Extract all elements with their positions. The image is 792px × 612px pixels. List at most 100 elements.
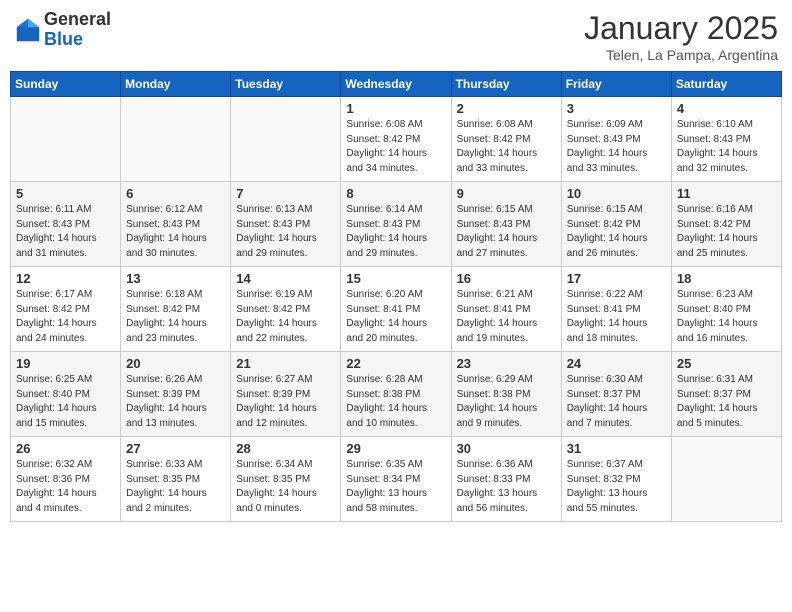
day-number: 5 xyxy=(16,186,115,201)
calendar-day-cell: 27 Sunrise: 6:33 AM Sunset: 8:35 PM Dayli… xyxy=(121,437,231,522)
day-info: Sunrise: 6:08 AM Sunset: 8:42 PM Dayligh… xyxy=(457,118,556,176)
day-info: Sunrise: 6:32 AM Sunset: 8:36 PM Dayligh… xyxy=(16,458,115,516)
location: Telen, La Pampa, Argentina xyxy=(584,47,778,63)
calendar-day-cell: 4 Sunrise: 6:10 AM Sunset: 8:43 PM Daylig… xyxy=(671,97,781,182)
day-number: 25 xyxy=(677,356,776,371)
day-info: Sunrise: 6:22 AM Sunset: 8:41 PM Dayligh… xyxy=(567,288,666,346)
day-info: Sunrise: 6:25 AM Sunset: 8:40 PM Dayligh… xyxy=(16,373,115,431)
day-info: Sunrise: 6:15 AM Sunset: 8:42 PM Dayligh… xyxy=(567,203,666,261)
calendar-day-cell: 31 Sunrise: 6:37 AM Sunset: 8:32 PM Dayli… xyxy=(561,437,671,522)
calendar-day-cell: 2 Sunrise: 6:08 AM Sunset: 8:42 PM Daylig… xyxy=(451,97,561,182)
day-number: 10 xyxy=(567,186,666,201)
day-info: Sunrise: 6:28 AM Sunset: 8:38 PM Dayligh… xyxy=(346,373,445,431)
day-info: Sunrise: 6:15 AM Sunset: 8:43 PM Dayligh… xyxy=(457,203,556,261)
day-number: 24 xyxy=(567,356,666,371)
day-info: Sunrise: 6:14 AM Sunset: 8:43 PM Dayligh… xyxy=(346,203,445,261)
logo: General Blue xyxy=(14,10,111,50)
calendar-day-cell xyxy=(671,437,781,522)
calendar-day-cell: 13 Sunrise: 6:18 AM Sunset: 8:42 PM Dayli… xyxy=(121,267,231,352)
day-of-week-header: Tuesday xyxy=(231,72,341,97)
logo-blue-text: Blue xyxy=(44,29,83,49)
day-info: Sunrise: 6:16 AM Sunset: 8:42 PM Dayligh… xyxy=(677,203,776,261)
day-info: Sunrise: 6:36 AM Sunset: 8:33 PM Dayligh… xyxy=(457,458,556,516)
day-number: 11 xyxy=(677,186,776,201)
day-info: Sunrise: 6:12 AM Sunset: 8:43 PM Dayligh… xyxy=(126,203,225,261)
day-info: Sunrise: 6:11 AM Sunset: 8:43 PM Dayligh… xyxy=(16,203,115,261)
calendar-week-row: 19 Sunrise: 6:25 AM Sunset: 8:40 PM Dayli… xyxy=(11,352,782,437)
day-number: 30 xyxy=(457,441,556,456)
calendar-day-cell: 6 Sunrise: 6:12 AM Sunset: 8:43 PM Daylig… xyxy=(121,182,231,267)
calendar-day-cell: 17 Sunrise: 6:22 AM Sunset: 8:41 PM Dayli… xyxy=(561,267,671,352)
day-number: 16 xyxy=(457,271,556,286)
day-number: 17 xyxy=(567,271,666,286)
calendar-day-cell: 25Sunrise: 6:31 AM Sunset: 8:37 PM Dayli… xyxy=(671,352,781,437)
day-info: Sunrise: 6:17 AM Sunset: 8:42 PM Dayligh… xyxy=(16,288,115,346)
calendar-day-cell: 9 Sunrise: 6:15 AM Sunset: 8:43 PM Daylig… xyxy=(451,182,561,267)
day-of-week-header: Thursday xyxy=(451,72,561,97)
calendar-day-cell: 5 Sunrise: 6:11 AM Sunset: 8:43 PM Daylig… xyxy=(11,182,121,267)
day-info: Sunrise: 6:27 AM Sunset: 8:39 PM Dayligh… xyxy=(236,373,335,431)
day-info: Sunrise: 6:13 AM Sunset: 8:43 PM Dayligh… xyxy=(236,203,335,261)
day-of-week-header: Saturday xyxy=(671,72,781,97)
calendar-week-row: 26 Sunrise: 6:32 AM Sunset: 8:36 PM Dayli… xyxy=(11,437,782,522)
calendar-day-cell: 1 Sunrise: 6:08 AM Sunset: 8:42 PM Daylig… xyxy=(341,97,451,182)
calendar-day-cell xyxy=(121,97,231,182)
calendar-day-cell: 21 Sunrise: 6:27 AM Sunset: 8:39 PM Dayli… xyxy=(231,352,341,437)
day-of-week-header: Sunday xyxy=(11,72,121,97)
calendar-table: SundayMondayTuesdayWednesdayThursdayFrid… xyxy=(10,71,782,522)
day-number: 3 xyxy=(567,101,666,116)
logo-icon xyxy=(14,16,42,44)
day-info: Sunrise: 6:19 AM Sunset: 8:42 PM Dayligh… xyxy=(236,288,335,346)
day-number: 15 xyxy=(346,271,445,286)
calendar-week-row: 1 Sunrise: 6:08 AM Sunset: 8:42 PM Daylig… xyxy=(11,97,782,182)
calendar-day-cell: 3 Sunrise: 6:09 AM Sunset: 8:43 PM Daylig… xyxy=(561,97,671,182)
day-number: 14 xyxy=(236,271,335,286)
day-info: Sunrise: 6:20 AM Sunset: 8:41 PM Dayligh… xyxy=(346,288,445,346)
day-info: Sunrise: 6:30 AM Sunset: 8:37 PM Dayligh… xyxy=(567,373,666,431)
calendar-day-cell: 30 Sunrise: 6:36 AM Sunset: 8:33 PM Dayli… xyxy=(451,437,561,522)
day-info: Sunrise: 6:26 AM Sunset: 8:39 PM Dayligh… xyxy=(126,373,225,431)
calendar-day-cell: 14 Sunrise: 6:19 AM Sunset: 8:42 PM Dayli… xyxy=(231,267,341,352)
day-info: Sunrise: 6:10 AM Sunset: 8:43 PM Dayligh… xyxy=(677,118,776,176)
day-number: 6 xyxy=(126,186,225,201)
calendar-day-cell xyxy=(11,97,121,182)
day-info: Sunrise: 6:37 AM Sunset: 8:32 PM Dayligh… xyxy=(567,458,666,516)
day-info: Sunrise: 6:23 AM Sunset: 8:40 PM Dayligh… xyxy=(677,288,776,346)
calendar-day-cell: 26 Sunrise: 6:32 AM Sunset: 8:36 PM Dayli… xyxy=(11,437,121,522)
day-number: 31 xyxy=(567,441,666,456)
month-title: January 2025 xyxy=(584,10,778,47)
calendar-day-cell: 16Sunrise: 6:21 AM Sunset: 8:41 PM Dayli… xyxy=(451,267,561,352)
calendar-day-cell: 18Sunrise: 6:23 AM Sunset: 8:40 PM Dayli… xyxy=(671,267,781,352)
day-number: 2 xyxy=(457,101,556,116)
day-number: 1 xyxy=(346,101,445,116)
day-number: 19 xyxy=(16,356,115,371)
calendar-week-row: 12 Sunrise: 6:17 AM Sunset: 8:42 PM Dayli… xyxy=(11,267,782,352)
day-info: Sunrise: 6:18 AM Sunset: 8:42 PM Dayligh… xyxy=(126,288,225,346)
day-info: Sunrise: 6:34 AM Sunset: 8:35 PM Dayligh… xyxy=(236,458,335,516)
day-info: Sunrise: 6:09 AM Sunset: 8:43 PM Dayligh… xyxy=(567,118,666,176)
day-number: 20 xyxy=(126,356,225,371)
calendar-day-cell: 22Sunrise: 6:28 AM Sunset: 8:38 PM Dayli… xyxy=(341,352,451,437)
day-number: 8 xyxy=(346,186,445,201)
calendar-day-cell: 11 Sunrise: 6:16 AM Sunset: 8:42 PM Dayli… xyxy=(671,182,781,267)
day-number: 27 xyxy=(126,441,225,456)
day-number: 4 xyxy=(677,101,776,116)
day-info: Sunrise: 6:35 AM Sunset: 8:34 PM Dayligh… xyxy=(346,458,445,516)
day-info: Sunrise: 6:33 AM Sunset: 8:35 PM Dayligh… xyxy=(126,458,225,516)
day-of-week-header: Monday xyxy=(121,72,231,97)
day-of-week-header: Wednesday xyxy=(341,72,451,97)
day-number: 9 xyxy=(457,186,556,201)
calendar-day-cell: 20 Sunrise: 6:26 AM Sunset: 8:39 PM Dayli… xyxy=(121,352,231,437)
calendar-day-cell: 24 Sunrise: 6:30 AM Sunset: 8:37 PM Dayli… xyxy=(561,352,671,437)
day-number: 23 xyxy=(457,356,556,371)
calendar-day-cell: 23Sunrise: 6:29 AM Sunset: 8:38 PM Dayli… xyxy=(451,352,561,437)
page-header: General Blue January 2025 Telen, La Pamp… xyxy=(10,10,782,63)
day-number: 26 xyxy=(16,441,115,456)
calendar-day-cell: 28Sunrise: 6:34 AM Sunset: 8:35 PM Dayli… xyxy=(231,437,341,522)
day-number: 12 xyxy=(16,271,115,286)
day-info: Sunrise: 6:08 AM Sunset: 8:42 PM Dayligh… xyxy=(346,118,445,176)
day-number: 13 xyxy=(126,271,225,286)
day-number: 21 xyxy=(236,356,335,371)
calendar-day-cell: 12 Sunrise: 6:17 AM Sunset: 8:42 PM Dayli… xyxy=(11,267,121,352)
calendar-day-cell: 10 Sunrise: 6:15 AM Sunset: 8:42 PM Dayli… xyxy=(561,182,671,267)
